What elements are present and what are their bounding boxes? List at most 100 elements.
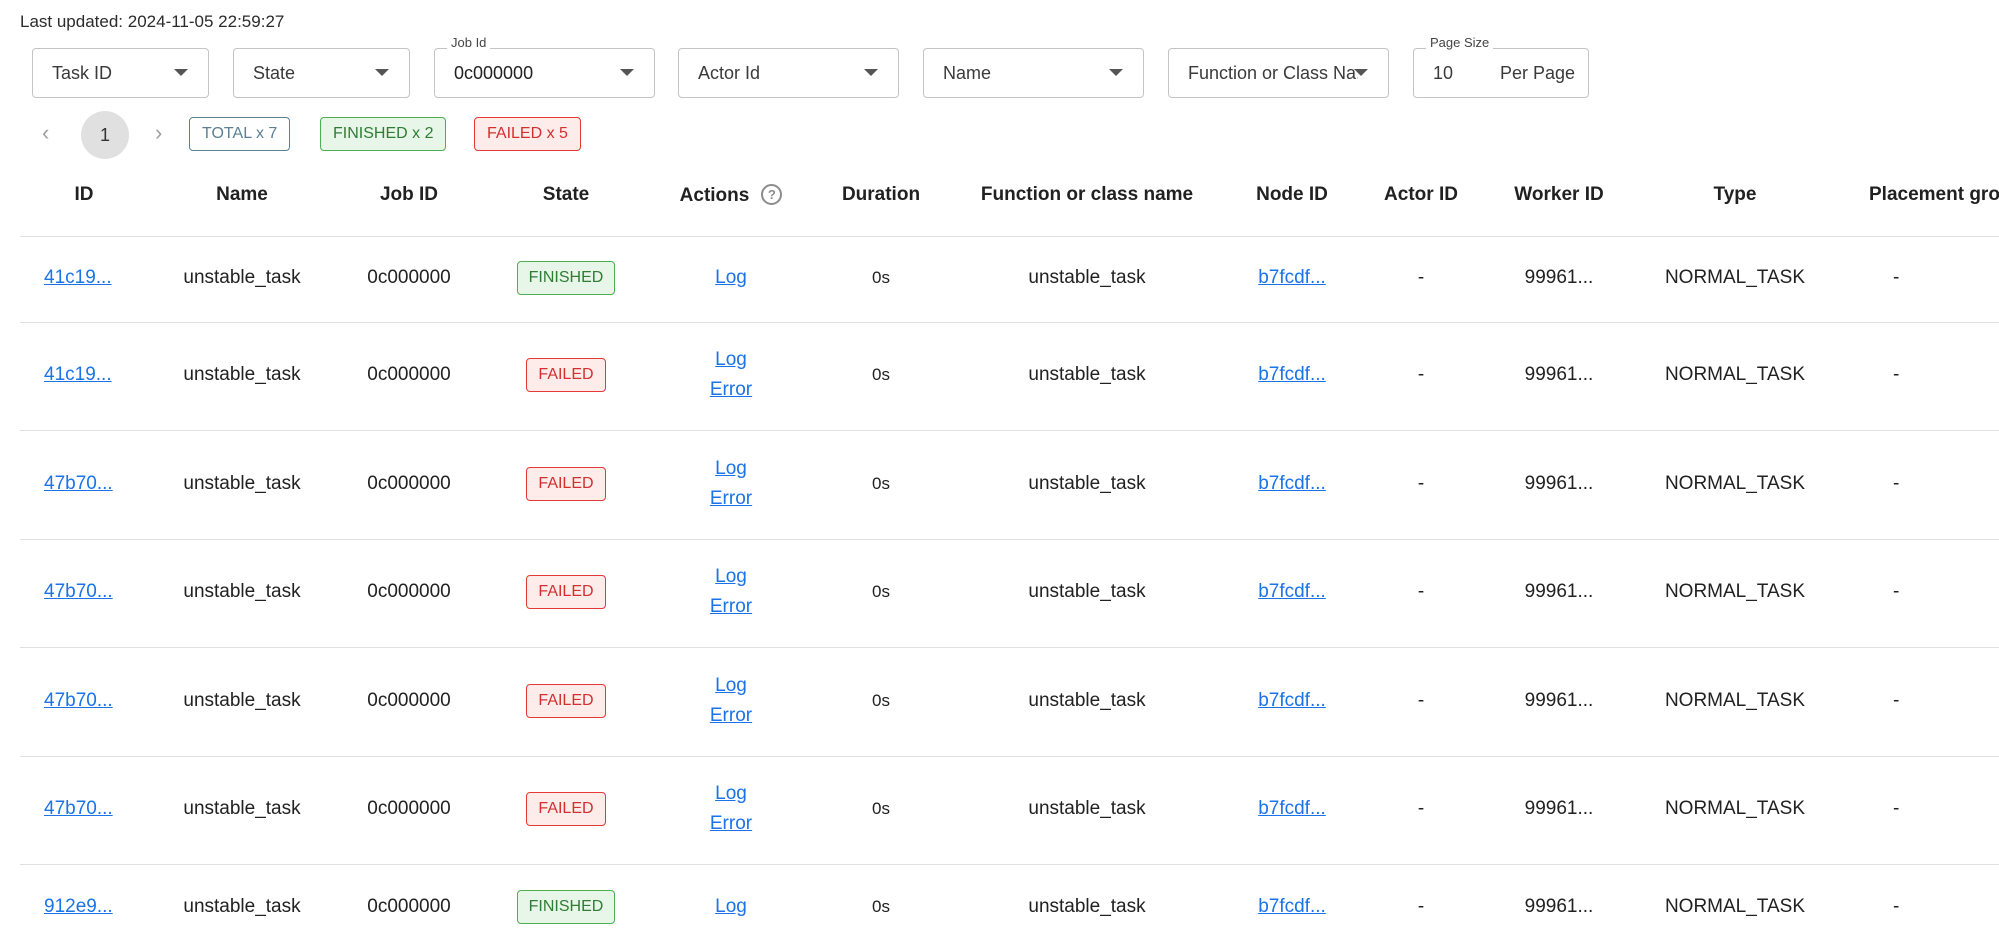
log-link[interactable]: Log <box>715 566 747 587</box>
job-id-filter[interactable]: Job Id 0c000000 <box>434 35 655 98</box>
worker-id: 99961... <box>1524 267 1594 288</box>
failed-count-badge[interactable]: FAILED x 5 <box>474 117 581 151</box>
placement-group: - <box>1893 690 1900 711</box>
actions-cell: Log <box>651 892 811 922</box>
task-id-filter[interactable]: Task ID <box>32 48 209 98</box>
actor-id-filter-value: Actor Id <box>698 63 761 83</box>
duration: 0s <box>872 365 890 384</box>
header-label: Worker ID <box>1514 184 1604 205</box>
log-link[interactable]: Log <box>715 896 747 917</box>
error-link[interactable]: Error <box>710 705 752 726</box>
caret-down-icon[interactable] <box>620 69 634 76</box>
page-size-input[interactable]: 10 <box>1433 49 1453 97</box>
finished-count-badge[interactable]: FINISHED x 2 <box>320 117 447 151</box>
error-link[interactable]: Error <box>710 813 752 834</box>
per-page-suffix: Per Page <box>1500 63 1576 83</box>
header-label: State <box>542 184 590 205</box>
duration: 0s <box>872 897 890 916</box>
page-1-button[interactable]: 1 <box>81 111 129 159</box>
page-size-label: Page Size <box>1426 35 1494 50</box>
state-cell: FAILED <box>466 575 666 609</box>
log-link[interactable]: Log <box>715 675 747 696</box>
actions-cell: Log Error <box>651 345 811 405</box>
task-id-link[interactable]: 41c19... <box>44 364 112 386</box>
function-name: unstable_task <box>1028 690 1146 711</box>
task-type: NORMAL_TASK <box>1664 267 1806 288</box>
row-divider <box>20 430 1999 431</box>
page-size-field[interactable]: Page Size 10 Per Page <box>1413 35 1589 98</box>
actor-id-filter[interactable]: Actor Id <box>678 48 899 98</box>
error-link[interactable]: Error <box>710 488 752 509</box>
function-name: unstable_task <box>1028 364 1146 385</box>
function-class-name-filter[interactable]: Function or Class Na... <box>1168 48 1389 98</box>
function-name: unstable_task <box>1028 473 1146 494</box>
row-divider <box>20 864 1999 865</box>
caret-down-icon[interactable] <box>1109 69 1123 76</box>
placement-group: - <box>1893 473 1900 494</box>
job-id-filter-label: Job Id <box>447 35 491 50</box>
task-id-link[interactable]: 47b70... <box>44 690 113 712</box>
placement-group: - <box>1893 798 1900 819</box>
state-cell: FINISHED <box>466 261 666 295</box>
header-label: Actions <box>679 185 750 206</box>
function-name: unstable_task <box>1028 798 1146 819</box>
task-id-link[interactable]: 41c19... <box>44 267 112 289</box>
duration: 0s <box>872 799 890 818</box>
name-filter[interactable]: Name <box>923 48 1144 98</box>
task-id-link[interactable]: 47b70... <box>44 581 113 603</box>
worker-id: 99961... <box>1524 473 1594 494</box>
row-divider <box>20 647 1999 648</box>
log-link[interactable]: Log <box>715 458 747 479</box>
state-cell: FAILED <box>466 358 666 392</box>
caret-down-icon[interactable] <box>1354 69 1368 76</box>
task-type: NORMAL_TASK <box>1664 581 1806 602</box>
header-label: Job ID <box>379 184 439 205</box>
header-duration: Duration <box>771 184 991 206</box>
actions-cell: Log <box>651 263 811 293</box>
total-count-badge[interactable]: TOTAL x 7 <box>189 117 291 151</box>
worker-id: 99961... <box>1524 798 1594 819</box>
state-cell: FINISHED <box>466 890 666 924</box>
state-badge: FINISHED <box>516 261 616 295</box>
log-link[interactable]: Log <box>715 267 747 288</box>
state-filter[interactable]: State <box>233 48 410 98</box>
task-id-link[interactable]: 47b70... <box>44 798 113 820</box>
error-link[interactable]: Error <box>710 596 752 617</box>
placement-group: - <box>1893 364 1900 385</box>
state-cell: FAILED <box>466 684 666 718</box>
header-label: Function or class name <box>980 184 1194 205</box>
row-divider <box>20 322 1999 323</box>
duration: 0s <box>872 474 890 493</box>
duration: 0s <box>872 582 890 601</box>
task-id-filter-value: Task ID <box>52 63 113 83</box>
chevron-right-icon[interactable]: › <box>155 121 162 145</box>
function-name: unstable_task <box>1028 896 1146 917</box>
name-filter-value: Name <box>943 63 992 83</box>
caret-down-icon[interactable] <box>864 69 878 76</box>
error-link[interactable]: Error <box>710 379 752 400</box>
chevron-left-icon[interactable]: ‹ <box>42 121 49 145</box>
row-divider <box>20 539 1999 540</box>
worker-id: 99961... <box>1524 581 1594 602</box>
state-filter-value: State <box>253 63 296 83</box>
function-name: unstable_task <box>1028 581 1146 602</box>
log-link[interactable]: Log <box>715 783 747 804</box>
state-badge: FAILED <box>526 358 606 392</box>
duration: 0s <box>872 268 890 287</box>
task-id-link[interactable]: 912e9... <box>44 896 113 918</box>
actions-cell: Log Error <box>651 671 811 731</box>
placement-group: - <box>1893 581 1900 602</box>
row-divider <box>20 756 1999 757</box>
header-label: Placement gro <box>1869 184 1999 205</box>
header-label: ID <box>74 184 94 205</box>
function-class-name-filter-value: Function or Class Na... <box>1188 63 1358 83</box>
task-type: NORMAL_TASK <box>1664 473 1806 494</box>
caret-down-icon[interactable] <box>375 69 389 76</box>
state-cell: FAILED <box>466 467 666 501</box>
task-id-link[interactable]: 47b70... <box>44 473 113 495</box>
state-badge: FAILED <box>526 792 606 826</box>
log-link[interactable]: Log <box>715 349 747 370</box>
caret-down-icon[interactable] <box>174 69 188 76</box>
worker-id: 99961... <box>1524 364 1594 385</box>
header-label: Name <box>216 184 268 205</box>
